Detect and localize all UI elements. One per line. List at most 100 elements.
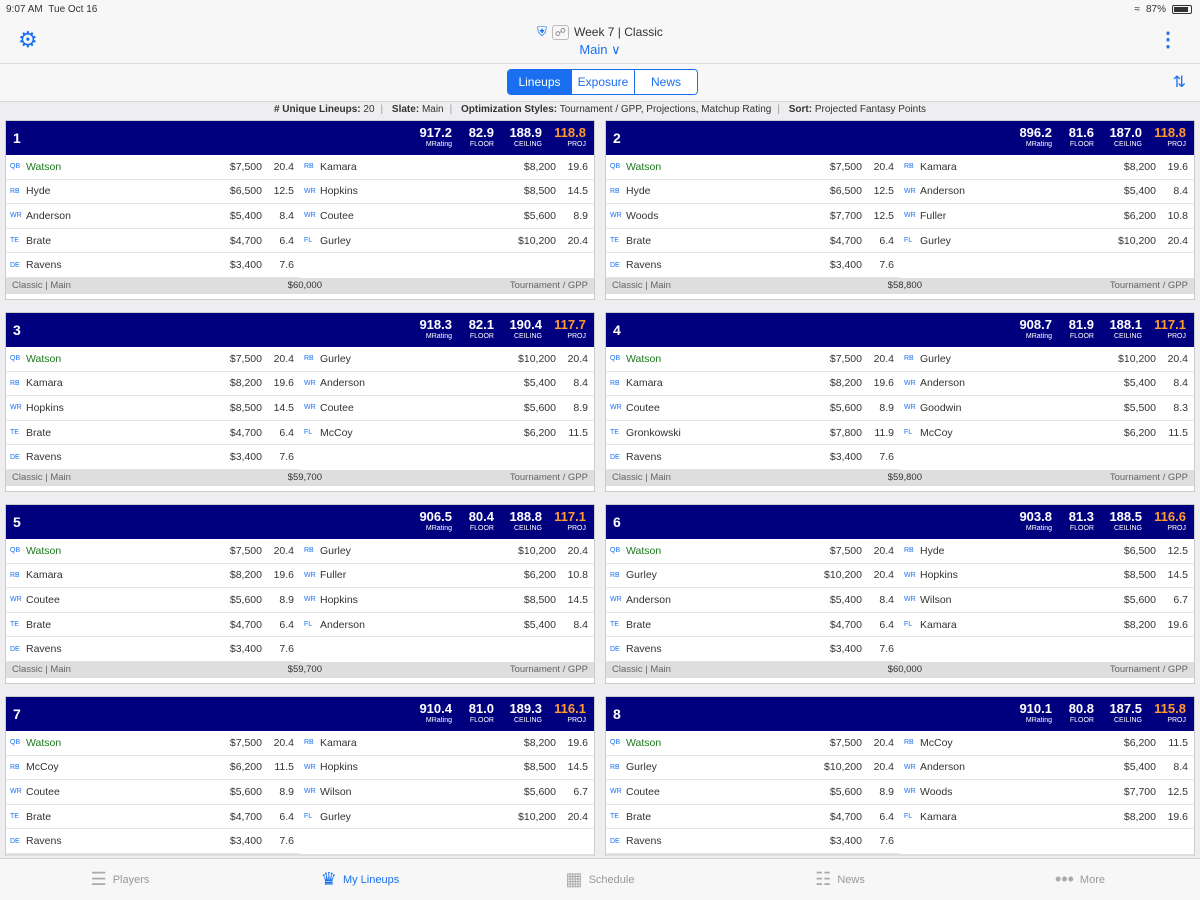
player-row[interactable]: QB Watson $7,500 20.4: [6, 731, 300, 756]
player-row[interactable]: QB Watson $7,500 20.4: [6, 347, 300, 372]
player-row[interactable]: WR Coutee $5,600 8.9: [300, 204, 594, 229]
player-salary: $6,200: [1123, 426, 1156, 439]
player-row[interactable]: WR Coutee $5,600 8.9: [606, 396, 900, 421]
player-row[interactable]: FL McCoy $6,200 11.5: [900, 421, 1194, 446]
player-row[interactable]: QB Watson $7,500 20.4: [606, 155, 900, 180]
player-row[interactable]: RB Gurley $10,200 20.4: [900, 347, 1194, 372]
player-row[interactable]: FL Anderson $5,400 8.4: [300, 613, 594, 638]
player-row[interactable]: WR Hopkins $8,500 14.5: [300, 756, 594, 781]
player-salary: $6,500: [829, 185, 862, 198]
player-row[interactable]: RB Hyde $6,500 12.5: [6, 180, 300, 205]
player-row[interactable]: DE Ravens $3,400 7.6: [606, 445, 900, 470]
lineup-card[interactable]: 7 910.4 MRating 81.0 FLOOR 189.3 CEILING 116.1 P…: [5, 696, 595, 856]
stat-floor: 82.1 FLOOR: [468, 317, 494, 340]
player-row[interactable]: WR Coutee $5,600 8.9: [6, 780, 300, 805]
tabbar-item-players[interactable]: ☰ Players: [0, 859, 240, 900]
player-row[interactable]: WR Goodwin $5,500 8.3: [900, 396, 1194, 421]
player-salary: $5,600: [229, 785, 262, 798]
player-row[interactable]: DE Ravens $3,400 7.6: [6, 445, 300, 470]
player-row[interactable]: WR Hopkins $8,500 14.5: [300, 180, 594, 205]
player-row[interactable]: WR Anderson $5,400 8.4: [6, 204, 300, 229]
lineup-stats: 910.1 MRating 80.8 FLOOR 187.5 CEILING 115.8 PR…: [1010, 701, 1188, 725]
player-row[interactable]: DE Ravens $3,400 7.6: [606, 829, 900, 854]
lineup-contest-type: Classic | Main: [12, 280, 71, 292]
player-row[interactable]: RB Kamara $8,200 19.6: [6, 372, 300, 397]
lineup-card[interactable]: 2 896.2 MRating 81.6 FLOOR 187.0 CEILING 118.8 P…: [605, 120, 1195, 300]
tabbar-item-my-lineups[interactable]: ♛ My Lineups: [240, 859, 480, 900]
lineup-card[interactable]: 5 906.5 MRating 80.4 FLOOR 188.8 CEILING 117.1 P…: [5, 504, 595, 684]
player-row[interactable]: WR Hopkins $8,500 14.5: [900, 564, 1194, 589]
player-row[interactable]: TE Brate $4,700 6.4: [606, 229, 900, 254]
player-row[interactable]: WR Anderson $5,400 8.4: [900, 372, 1194, 397]
player-row[interactable]: WR Hopkins $8,500 14.5: [300, 588, 594, 613]
player-row[interactable]: WR Coutee $5,600 8.9: [300, 396, 594, 421]
lineup-card[interactable]: 1 917.2 MRating 82.9 FLOOR 188.9 CEILING 118.8 P…: [5, 120, 595, 300]
lineup-card[interactable]: 8 910.1 MRating 80.8 FLOOR 187.5 CEILING 115.8 P…: [605, 696, 1195, 856]
player-row[interactable]: FL Gurley $10,200 20.4: [300, 805, 594, 830]
player-row[interactable]: TE Brate $4,700 6.4: [6, 421, 300, 446]
player-row[interactable]: DE Ravens $3,400 7.6: [606, 637, 900, 662]
more-vertical-icon[interactable]: ⋮: [1158, 28, 1178, 52]
player-row[interactable]: RB McCoy $6,200 11.5: [6, 756, 300, 781]
player-row[interactable]: QB Watson $7,500 20.4: [606, 347, 900, 372]
player-row[interactable]: RB Kamara $8,200 19.6: [900, 155, 1194, 180]
player-row[interactable]: DE Ravens $3,400 7.6: [6, 253, 300, 278]
filter-icon[interactable]: ⇅: [1173, 72, 1186, 92]
player-row[interactable]: TE Gronkowski $7,800 11.9: [606, 421, 900, 446]
player-row[interactable]: TE Brate $4,700 6.4: [6, 805, 300, 830]
player-row[interactable]: WR Woods $7,700 12.5: [900, 780, 1194, 805]
player-row[interactable]: RB Gurley $10,200 20.4: [300, 347, 594, 372]
player-row[interactable]: TE Brate $4,700 6.4: [6, 613, 300, 638]
tab-exposure[interactable]: Exposure: [571, 70, 634, 94]
player-row[interactable]: RB Kamara $8,200 19.6: [6, 564, 300, 589]
player-row[interactable]: DE Ravens $3,400 7.6: [6, 829, 300, 854]
player-row[interactable]: WR Anderson $5,400 8.4: [606, 588, 900, 613]
player-row[interactable]: TE Brate $4,700 6.4: [606, 805, 900, 830]
player-row[interactable]: WR Coutee $5,600 8.9: [606, 780, 900, 805]
player-points: 11.5: [1168, 736, 1188, 749]
slate-selector[interactable]: Main ∨: [0, 42, 1200, 58]
player-row[interactable]: RB Kamara $8,200 19.6: [300, 731, 594, 756]
player-row[interactable]: QB Watson $7,500 20.4: [6, 155, 300, 180]
player-row[interactable]: QB Watson $7,500 20.4: [6, 539, 300, 564]
player-row[interactable]: RB McCoy $6,200 11.5: [900, 731, 1194, 756]
player-name: Anderson: [920, 761, 965, 774]
tabbar-item-more[interactable]: ••• More: [960, 859, 1200, 900]
lineup-card[interactable]: 4 908.7 MRating 81.9 FLOOR 188.1 CEILING 117.1 P…: [605, 312, 1195, 492]
player-row[interactable]: TE Brate $4,700 6.4: [6, 229, 300, 254]
player-row[interactable]: WR Wilson $5,600 6.7: [900, 588, 1194, 613]
player-row[interactable]: FL Gurley $10,200 20.4: [300, 229, 594, 254]
lineup-card[interactable]: 3 918.3 MRating 82.1 FLOOR 190.4 CEILING 117.7 P…: [5, 312, 595, 492]
player-row[interactable]: FL Kamara $8,200 19.6: [900, 613, 1194, 638]
lineup-card[interactable]: 6 903.8 MRating 81.3 FLOOR 188.5 CEILING 116.6 P…: [605, 504, 1195, 684]
tabbar-item-news[interactable]: ☷ News: [720, 859, 960, 900]
player-row[interactable]: TE Brate $4,700 6.4: [606, 613, 900, 638]
player-row[interactable]: DE Ravens $3,400 7.6: [606, 253, 900, 278]
tab-lineups[interactable]: Lineups: [508, 70, 571, 94]
player-row[interactable]: FL Kamara $8,200 19.6: [900, 805, 1194, 830]
player-row[interactable]: WR Woods $7,700 12.5: [606, 204, 900, 229]
player-row[interactable]: FL Gurley $10,200 20.4: [900, 229, 1194, 254]
player-row[interactable]: QB Watson $7,500 20.4: [606, 731, 900, 756]
player-row[interactable]: DE Ravens $3,400 7.6: [6, 637, 300, 662]
player-position: RB: [610, 571, 620, 579]
player-row[interactable]: WR Fuller $6,200 10.8: [900, 204, 1194, 229]
player-row[interactable]: QB Watson $7,500 20.4: [606, 539, 900, 564]
player-row[interactable]: RB Gurley $10,200 20.4: [606, 756, 900, 781]
player-row[interactable]: WR Anderson $5,400 8.4: [900, 180, 1194, 205]
player-row[interactable]: WR Coutee $5,600 8.9: [6, 588, 300, 613]
player-row[interactable]: WR Wilson $5,600 6.7: [300, 780, 594, 805]
player-row[interactable]: WR Fuller $6,200 10.8: [300, 564, 594, 589]
tabbar-item-schedule[interactable]: ▦ Schedule: [480, 859, 720, 900]
player-row[interactable]: RB Hyde $6,500 12.5: [606, 180, 900, 205]
player-row[interactable]: WR Anderson $5,400 8.4: [300, 372, 594, 397]
player-row[interactable]: WR Hopkins $8,500 14.5: [6, 396, 300, 421]
player-row[interactable]: FL McCoy $6,200 11.5: [300, 421, 594, 446]
player-row[interactable]: RB Gurley $10,200 20.4: [606, 564, 900, 589]
player-row[interactable]: WR Anderson $5,400 8.4: [900, 756, 1194, 781]
player-row[interactable]: RB Kamara $8,200 19.6: [606, 372, 900, 397]
player-row[interactable]: RB Kamara $8,200 19.6: [300, 155, 594, 180]
player-row[interactable]: RB Gurley $10,200 20.4: [300, 539, 594, 564]
tab-news[interactable]: News: [634, 70, 697, 94]
player-row[interactable]: RB Hyde $6,500 12.5: [900, 539, 1194, 564]
